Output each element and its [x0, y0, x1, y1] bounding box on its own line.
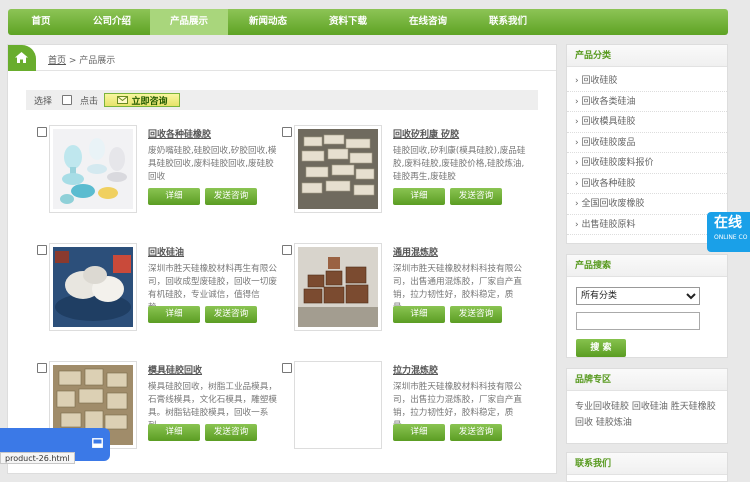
nav-downloads[interactable]: 资料下载	[308, 9, 388, 35]
nav-home[interactable]: 首页	[8, 9, 74, 35]
breadcrumb-bar: 首页 > 产品展示	[8, 45, 556, 71]
send-consult-button[interactable]: 发送咨询	[450, 424, 502, 441]
product-title[interactable]: 回收硅油	[148, 245, 184, 258]
product-card: 回收矽利康 矽胶 硅胶回收,矽利康(模具硅胶),废品硅胶,废料硅胶,废硅胶价格,…	[282, 125, 525, 230]
contact-panel: 联系我们	[566, 452, 728, 482]
search-button[interactable]: 搜 索	[576, 339, 626, 357]
send-consult-button[interactable]: 发送咨询	[205, 424, 257, 441]
product-checkbox[interactable]	[282, 363, 292, 373]
detail-button[interactable]: 详细	[393, 306, 445, 323]
product-checkbox[interactable]	[282, 245, 292, 255]
nav-consult[interactable]: 在线咨询	[388, 9, 468, 35]
float-button-label: 在线	[714, 215, 742, 231]
product-checkbox[interactable]	[282, 127, 292, 137]
select-label: 选择	[34, 96, 53, 107]
product-description: 硅胶回收,矽利康(模具硅胶),废品硅胶,废料硅胶,废硅胶价格,硅胶炼油,硅胶再生…	[393, 146, 526, 182]
product-title[interactable]: 通用混炼胶	[393, 245, 438, 258]
category-item[interactable]: › 全国回收废橡胶	[567, 194, 727, 215]
category-title: 产品分类	[567, 45, 727, 67]
product-title[interactable]: 回收矽利康 矽胶	[393, 127, 459, 140]
breadcrumb-home-link[interactable]: 首页	[48, 56, 66, 66]
online-consult-float-button[interactable]: 在线 ONLINE CO	[707, 212, 750, 252]
contact-title: 联系我们	[567, 453, 727, 475]
click-label: 点击	[80, 96, 99, 107]
detail-button[interactable]: 详细	[148, 424, 200, 441]
product-card: 回收各种硅橡胶 废奶嘴硅胶,硅胶回收,矽胶回收,模具硅胶回收,废料硅胶回收,废硅…	[37, 125, 277, 230]
window-icon	[92, 438, 103, 448]
product-checkbox[interactable]	[37, 363, 47, 373]
home-icon	[15, 52, 28, 63]
category-item[interactable]: › 回收各种硅胶	[567, 174, 727, 194]
envelope-icon	[116, 96, 128, 104]
search-panel: 产品搜索 所有分类 搜 索	[566, 254, 728, 358]
brand-keywords[interactable]: 专业回收硅胶 回收硅油 胜天硅橡胶回收 硅胶炼油	[567, 391, 727, 439]
product-image[interactable]	[49, 243, 137, 331]
brand-title: 品牌专区	[567, 369, 727, 391]
product-title[interactable]: 模具硅胶回收	[148, 363, 202, 376]
breadcrumb: 首页 > 产品展示	[48, 53, 115, 66]
category-label: 出售硅胶原料	[581, 219, 636, 230]
send-consult-button[interactable]: 发送咨询	[450, 306, 502, 323]
main-nav: 首页 公司介绍 产品展示 新闻动态 资料下载 在线咨询 联系我们	[8, 9, 728, 35]
product-image[interactable]	[294, 361, 382, 449]
category-label: 回收硅胶	[581, 76, 618, 86]
category-item[interactable]: › 回收模具硅胶	[567, 112, 727, 133]
product-photo	[53, 129, 133, 209]
status-url: product-26.html	[0, 452, 75, 464]
category-label: 回收各类硅油	[581, 96, 636, 107]
detail-button[interactable]: 详细	[393, 188, 445, 205]
product-photo	[298, 129, 378, 209]
category-item[interactable]: › 出售硅胶原料	[567, 215, 727, 235]
float-button-sublabel: ONLINE CO	[714, 234, 748, 241]
nav-about[interactable]: 公司介绍	[74, 9, 150, 35]
nav-contact[interactable]: 联系我们	[468, 9, 548, 35]
breadcrumb-current: 产品展示	[79, 56, 116, 66]
detail-button[interactable]: 详细	[393, 424, 445, 441]
product-photo	[298, 247, 378, 327]
send-consult-button[interactable]: 发送咨询	[450, 188, 502, 205]
product-checkbox[interactable]	[37, 245, 47, 255]
home-tab[interactable]	[8, 45, 36, 71]
category-item[interactable]: › 回收各类硅油	[567, 92, 727, 112]
product-title[interactable]: 拉力混炼胶	[393, 363, 438, 376]
nav-news[interactable]: 新闻动态	[228, 9, 308, 35]
breadcrumb-separator: >	[66, 56, 80, 66]
select-all-checkbox[interactable]	[62, 95, 73, 105]
product-photo-placeholder	[298, 365, 378, 445]
search-input[interactable]	[576, 312, 700, 330]
selection-bar: 选择 点击 立即咨询	[26, 90, 538, 110]
brand-panel: 品牌专区 专业回收硅胶 回收硅油 胜天硅橡胶回收 硅胶炼油	[566, 368, 728, 444]
category-label: 全国回收废橡胶	[581, 199, 645, 209]
category-label: 回收硅胶废料报价	[581, 158, 654, 168]
category-label: 回收硅胶废品	[581, 137, 636, 148]
instant-consult-button[interactable]: 立即咨询	[104, 93, 181, 107]
nav-products[interactable]: 产品展示	[150, 9, 228, 35]
product-image[interactable]	[49, 125, 137, 213]
product-checkbox[interactable]	[37, 127, 47, 137]
product-photo	[53, 247, 133, 327]
category-item[interactable]: › 回收硅胶	[567, 71, 727, 92]
product-image[interactable]	[294, 243, 382, 331]
category-panel: 产品分类 › 回收硅胶 › 回收各类硅油 › 回收模具硅胶 › 回收硅胶废品 ›…	[566, 44, 728, 244]
category-select[interactable]: 所有分类	[576, 287, 700, 305]
product-card: 回收硅油 深圳市胜天硅橡胶材料再生有限公司，回收成型废硅胶，回收一切废有机硅胶，…	[37, 243, 277, 348]
category-item[interactable]: › 回收硅胶废料报价	[567, 153, 727, 174]
product-panel: 首页 > 产品展示 选择 点击 立即咨询 回收各种硅橡胶 废奶嘴硅胶,硅胶回收,…	[7, 44, 557, 474]
search-title: 产品搜索	[567, 255, 727, 277]
detail-button[interactable]: 详细	[148, 306, 200, 323]
product-description: 废奶嘴硅胶,硅胶回收,矽胶回收,模具硅胶回收,废料硅胶回收,废硅胶回收	[148, 146, 277, 182]
detail-button[interactable]: 详细	[148, 188, 200, 205]
category-label: 回收各种硅胶	[581, 178, 636, 189]
category-item[interactable]: › 回收硅胶废品	[567, 133, 727, 153]
product-card: 拉力混炼胶 深圳市胜天硅橡胶材料科技有限公司，出售拉力混炼胶，厂家自产直销，拉力…	[282, 361, 522, 466]
product-title[interactable]: 回收各种硅橡胶	[148, 127, 211, 140]
send-consult-button[interactable]: 发送咨询	[205, 188, 257, 205]
send-consult-button[interactable]: 发送咨询	[205, 306, 257, 323]
instant-consult-label: 立即咨询	[131, 96, 168, 107]
product-card: 通用混炼胶 深圳市胜天硅橡胶材料科技有限公司，出售通用混炼胶，厂家自产直销，拉力…	[282, 243, 522, 348]
product-image[interactable]	[294, 125, 382, 213]
category-label: 回收模具硅胶	[581, 117, 636, 127]
